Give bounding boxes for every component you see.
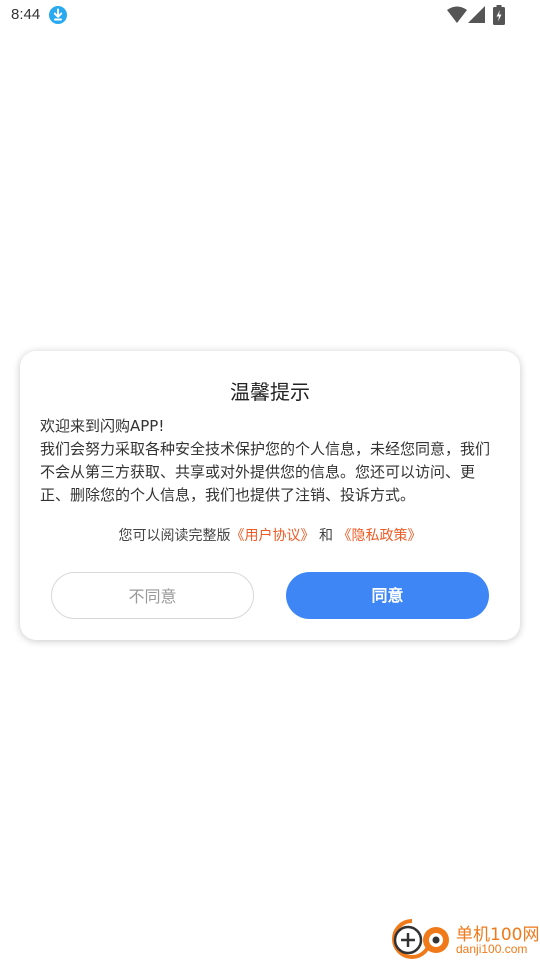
welcome-text: 欢迎来到闪购APP!	[40, 417, 165, 435]
privacy-description-text: 我们会努力采取各种安全技术保护您的个人信息，未经您同意，我们不会从第三方获取、共…	[40, 440, 491, 504]
links-prefix-text: 您可以阅读完整版	[118, 528, 231, 544]
links-conjunction-text: 和	[319, 528, 333, 544]
download-notification-icon	[49, 6, 67, 24]
wifi-icon	[447, 6, 467, 23]
agree-button[interactable]: 同意	[286, 572, 489, 619]
watermark-url: danji100.com	[456, 942, 528, 956]
user-agreement-link[interactable]: 《用户协议》	[231, 528, 315, 544]
dialog-title: 温馨提示	[230, 380, 310, 404]
danji100-logo-icon	[392, 919, 449, 959]
dialog-body: 欢迎来到闪购APP! 我们会努力采取各种安全技术保护您的个人信息，未经您同意，我…	[40, 415, 500, 507]
status-bar: 8:44	[0, 0, 540, 32]
privacy-policy-link[interactable]: 《隐私政策》	[337, 528, 421, 544]
cell-signal-icon	[468, 6, 485, 23]
disagree-button[interactable]: 不同意	[51, 572, 254, 619]
status-time: 8:44	[11, 6, 41, 23]
agreement-links-line: 您可以阅读完整版《用户协议》 和 《隐私政策》	[20, 525, 520, 545]
battery-charging-icon	[493, 5, 505, 25]
site-watermark: 单机100网 danji100.com	[390, 918, 540, 960]
privacy-dialog: 温馨提示 欢迎来到闪购APP! 我们会努力采取各种安全技术保护您的个人信息，未经…	[20, 351, 520, 640]
